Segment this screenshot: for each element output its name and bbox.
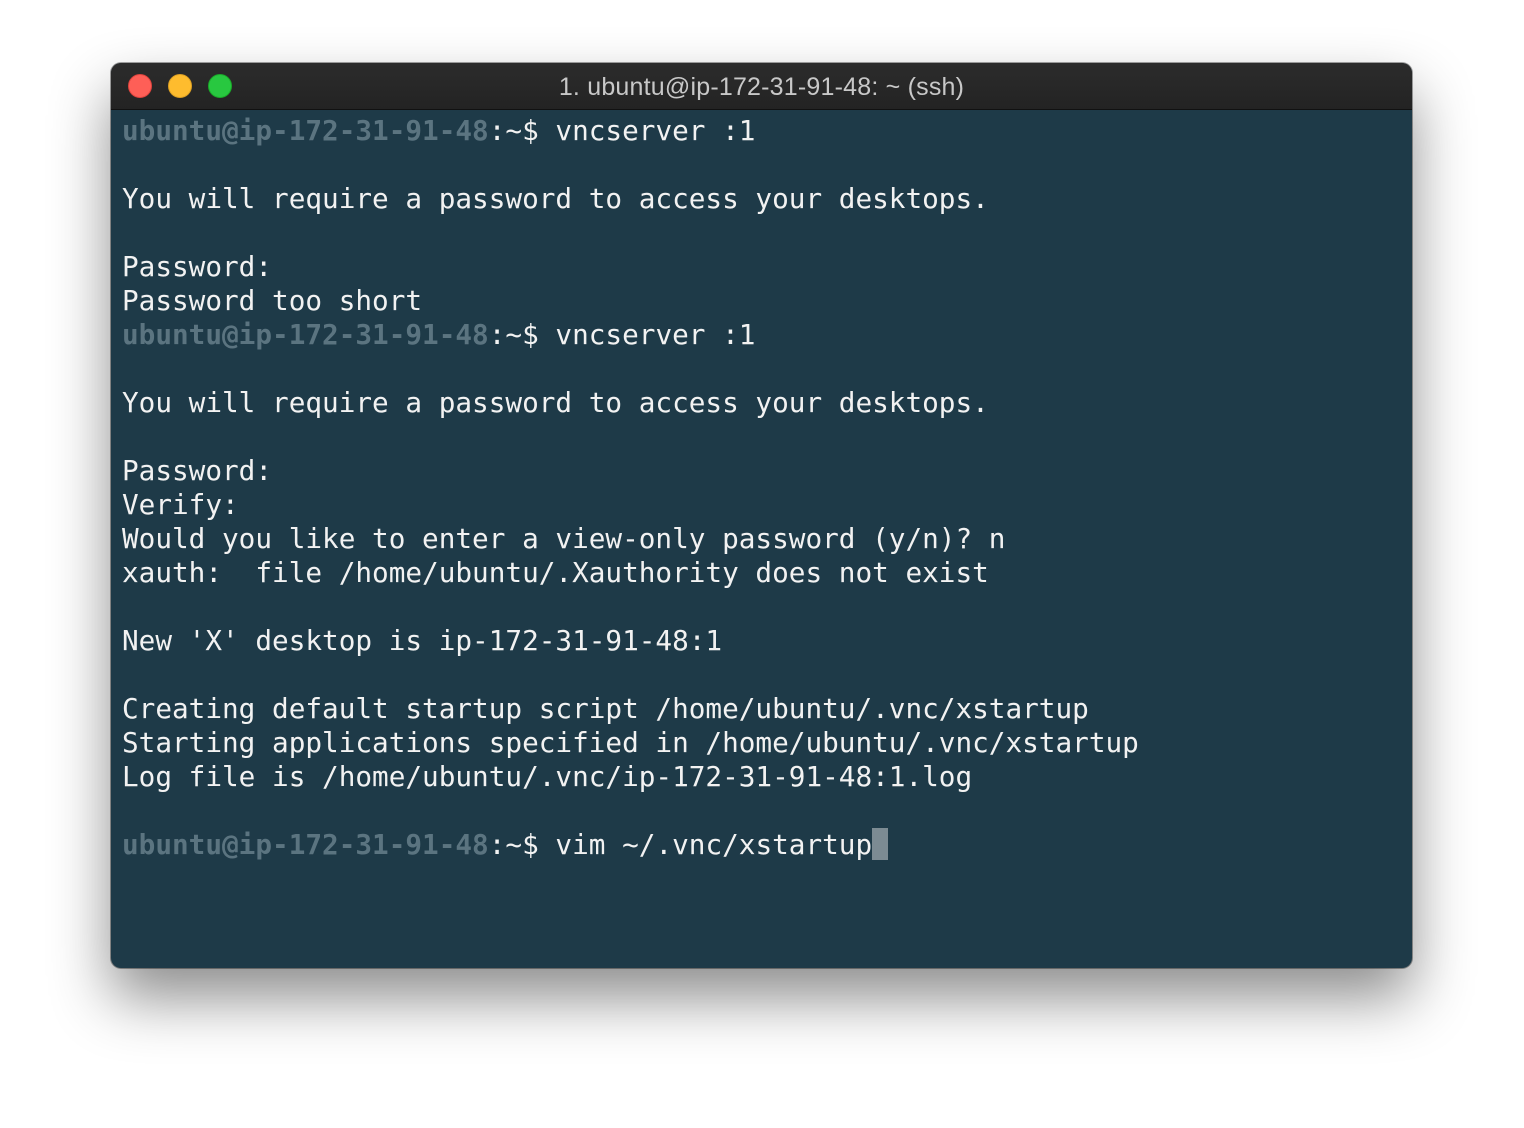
terminal-output-line: Password: [122,454,1402,488]
output-text: Creating default startup script /home/ub… [122,692,1089,725]
command-text: vncserver :1 [555,114,756,147]
terminal-output-line: Password: [122,250,1402,284]
title-bar: 1. ubuntu@ip-172-31-91-48: ~ (ssh) [111,63,1412,110]
output-text: You will require a password to access yo… [122,182,989,215]
prompt-path: :~$ [488,318,556,351]
output-text: You will require a password to access yo… [122,386,989,419]
terminal-output-line: Log file is /home/ubuntu/.vnc/ip-172-31-… [122,760,1402,794]
window-title: 1. ubuntu@ip-172-31-91-48: ~ (ssh) [558,73,965,101]
terminal-prompt-line: ubuntu@ip-172-31-91-48:~$ vncserver :1 [122,114,1402,148]
output-text: Log file is /home/ubuntu/.vnc/ip-172-31-… [122,760,973,793]
terminal-output-line: Starting applications specified in /home… [122,726,1402,760]
terminal-output-line: New 'X' desktop is ip-172-31-91-48:1 [122,624,1402,658]
terminal-window: 1. ubuntu@ip-172-31-91-48: ~ (ssh) ubunt… [111,63,1412,968]
output-text: Password too short [122,284,423,317]
terminal-prompt-line: ubuntu@ip-172-31-91-48:~$ vncserver :1 [122,318,1402,352]
prompt-user-host: ubuntu@ip-172-31-91-48 [122,318,489,351]
text-cursor [872,828,889,860]
output-text: Would you like to enter a view-only pass… [122,522,1006,555]
terminal-output-line: You will require a password to access yo… [122,386,1402,420]
prompt-user-host: ubuntu@ip-172-31-91-48 [122,114,489,147]
output-text: Password: [122,250,273,283]
terminal-output[interactable]: ubuntu@ip-172-31-91-48:~$ vncserver :1 Yo… [122,114,1402,958]
output-text: Password: [122,454,273,487]
output-text: Starting applications specified in /home… [122,726,1139,759]
output-text: xauth: file /home/ubuntu/.Xauthority doe… [122,556,989,589]
output-text: New 'X' desktop is ip-172-31-91-48:1 [122,624,723,657]
terminal-output-line: Password too short [122,284,1402,318]
terminal-prompt-line: ubuntu@ip-172-31-91-48:~$ vim ~/.vnc/xst… [122,828,1402,862]
prompt-path: :~$ [488,114,556,147]
output-text: Verify: [122,488,239,521]
terminal-output-line: Verify: [122,488,1402,522]
terminal-output-line: You will require a password to access yo… [122,182,1402,216]
prompt-user-host: ubuntu@ip-172-31-91-48 [122,828,489,861]
command-text: vncserver :1 [555,318,756,351]
prompt-path: :~$ [488,828,556,861]
terminal-output-line: xauth: file /home/ubuntu/.Xauthority doe… [122,556,1402,590]
terminal-output-line: Creating default startup script /home/ub… [122,692,1402,726]
command-text: vim ~/.vnc/xstartup [555,828,873,861]
terminal-output-line: Would you like to enter a view-only pass… [122,522,1402,556]
